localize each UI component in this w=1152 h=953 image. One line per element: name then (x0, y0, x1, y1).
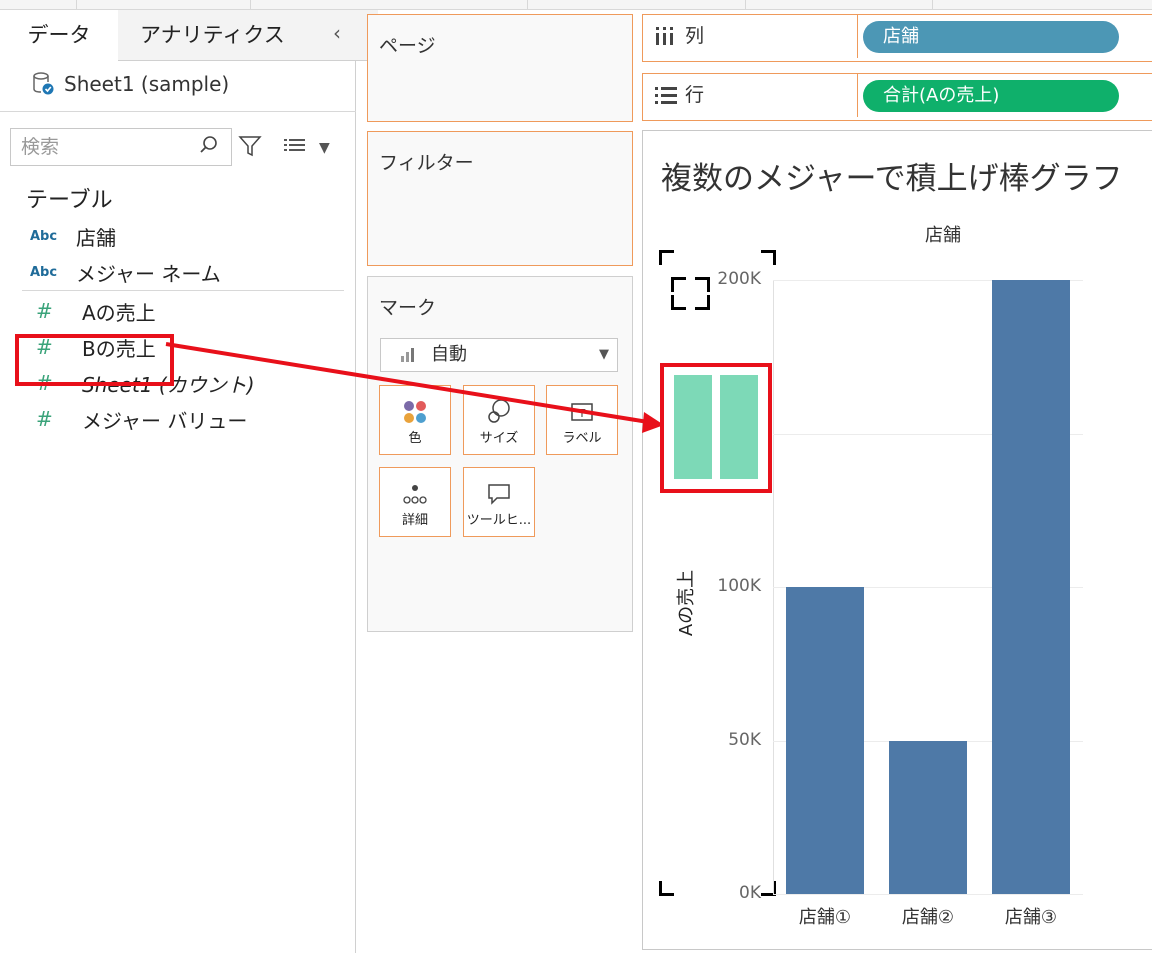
detail-icon (403, 485, 427, 504)
card-title: ページ (379, 35, 436, 57)
bar-chart-icon (401, 348, 414, 362)
bar[interactable] (992, 280, 1070, 894)
marks-card: マーク 自動 ▼ 色 サイズ T ラベル 詳細 ツールヒ... (367, 276, 633, 632)
top-toolbar-strip (0, 0, 1152, 10)
field-label: 店舗 (76, 225, 116, 250)
axis-corner-bracket (761, 250, 776, 265)
drop-preview-bar (674, 375, 712, 479)
bar[interactable] (889, 740, 967, 894)
y-tick-label: 50K (728, 729, 761, 750)
column-header: 店舗 (925, 225, 961, 246)
mark-type-label: 自動 (431, 344, 467, 365)
filters-card[interactable]: フィルター (367, 131, 633, 266)
datasource-name: Sheet1 (sample) (64, 72, 230, 96)
field-label: メジャー バリュー (82, 408, 248, 433)
string-type-icon: Abc (30, 228, 58, 244)
size-button[interactable]: サイズ (463, 385, 535, 455)
shelf-label-text: 行 (685, 84, 705, 106)
detail-button[interactable]: 詳細 (379, 467, 451, 537)
svg-text:T: T (578, 407, 586, 420)
tooltip-icon (488, 484, 510, 505)
focus-bracket (671, 295, 686, 310)
rows-icon (655, 87, 677, 104)
rows-shelf[interactable]: 行 合計(Aの売上) (642, 73, 1152, 121)
size-icon (488, 399, 510, 423)
button-label: ツールヒ... (466, 513, 532, 528)
field-dimension[interactable]: Abc 店舗 (30, 221, 116, 251)
drop-preview-bar (720, 375, 758, 479)
y-tick-label: 200K (717, 269, 761, 289)
x-tick-label: 店舗③ (1004, 907, 1058, 928)
highlight-box (15, 334, 174, 386)
tab-data[interactable]: データ (0, 10, 119, 60)
color-icon (404, 401, 426, 423)
search-icon[interactable] (198, 134, 220, 156)
shelf-label-text: 列 (685, 25, 705, 47)
chevron-down-icon[interactable]: ▼ (319, 140, 330, 156)
y-tick-label: 100K (717, 576, 761, 596)
datasource-item[interactable]: Sheet1 (sample) (32, 72, 229, 96)
mark-type-dropdown[interactable]: 自動 ▼ (380, 338, 618, 372)
columns-pill[interactable]: 店舗 (863, 21, 1119, 53)
chevron-down-icon: ▼ (599, 347, 609, 362)
y-tick-label: 0K (739, 883, 761, 903)
string-type-icon: Abc (30, 264, 58, 280)
viz-title: 複数のメジャーで積上げ棒グラフ (661, 161, 1123, 197)
rows-pill[interactable]: 合計(Aの売上) (863, 80, 1119, 112)
field-measure[interactable]: # Aの売上 (30, 296, 156, 326)
columns-shelf[interactable]: 列 店舗 (642, 14, 1152, 62)
label-button[interactable]: T ラベル (546, 385, 618, 455)
data-pane: データ アナリティクス ‹ Sheet1 (sample) 検索 ▼ テーブル … (0, 10, 378, 953)
button-label: 詳細 (401, 513, 428, 528)
field-dimension[interactable]: Abc メジャー ネーム (30, 257, 221, 287)
field-label: Aの売上 (82, 300, 156, 325)
focus-bracket (695, 295, 710, 310)
axis-corner-bracket (659, 250, 674, 265)
color-button[interactable]: 色 (379, 385, 451, 455)
tooltip-button[interactable]: ツールヒ... (463, 467, 535, 537)
columns-icon (656, 27, 673, 45)
pages-card[interactable]: ページ (367, 14, 633, 122)
button-label: ラベル (562, 431, 602, 446)
divider (0, 111, 356, 112)
columns-shelf-label: 列 (643, 15, 858, 58)
drop-target-highlight[interactable] (660, 363, 772, 493)
filter-icon[interactable] (238, 134, 262, 158)
field-measure[interactable]: # メジャー バリュー (30, 404, 247, 434)
focus-bracket (671, 277, 686, 292)
divider (22, 290, 344, 291)
bar[interactable] (786, 587, 864, 894)
database-icon (33, 72, 54, 95)
number-type-icon: # (36, 407, 53, 431)
viz-area[interactable]: 複数のメジャーで積上げ棒グラフ 店舗 Aの売上 0K50K100K150K200… (642, 130, 1152, 950)
label-icon: T (571, 403, 593, 421)
collapse-pane-icon[interactable]: ‹ (322, 10, 352, 60)
card-title: フィルター (379, 152, 474, 174)
tables-heading: テーブル (26, 188, 113, 213)
field-label: メジャー ネーム (76, 261, 221, 286)
button-label: サイズ (479, 431, 519, 446)
rows-shelf-label: 行 (643, 74, 858, 117)
card-title: マーク (379, 297, 437, 319)
x-tick-label: 店舗① (798, 907, 852, 928)
button-label: 色 (408, 431, 422, 446)
axis-corner-bracket (659, 881, 674, 896)
list-view-icon[interactable] (284, 138, 306, 154)
x-tick-label: 店舗② (901, 907, 955, 928)
gridline (773, 894, 1083, 895)
number-type-icon: # (36, 299, 53, 323)
